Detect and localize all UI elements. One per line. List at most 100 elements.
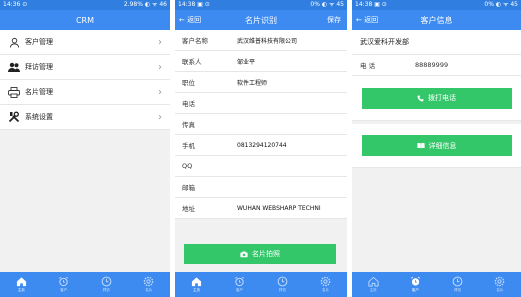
call-button[interactable]: 拨打电话	[361, 87, 512, 109]
chevron-right-icon: ›	[158, 86, 162, 98]
field-label: QQ	[182, 162, 193, 170]
chevron-right-icon: ›	[158, 61, 162, 73]
tab-label: 主页	[17, 288, 25, 292]
detail-button-area: 详细信息	[352, 124, 521, 168]
phone-icon	[417, 94, 424, 101]
field-value[interactable]: 软件工程师	[237, 78, 340, 87]
tab-cards[interactable]: 名片	[304, 276, 347, 293]
tab-label: 客户	[236, 288, 243, 292]
main-menu: 客户管理 › 拜访管理 › 名片管理 › 系统设置 ›	[0, 30, 170, 130]
printer-icon	[8, 86, 20, 98]
tab-cards[interactable]: 名片	[479, 276, 521, 293]
field-label: 电话	[182, 100, 195, 108]
tools-icon	[8, 111, 20, 123]
menu-item-customers[interactable]: 客户管理 ›	[0, 30, 170, 55]
tab-label: 拜访	[279, 288, 286, 292]
field-qq[interactable]: QQ	[175, 156, 347, 177]
card-recognition-screen: 14:38 ▣ ⊙ 0% ◐ ᯤ 45 ← 返回 名片识别 保存 客户名称 武汉…	[175, 0, 347, 297]
back-button[interactable]: ← 返回	[179, 10, 201, 30]
details-button[interactable]: 详细信息	[361, 135, 512, 156]
tab-label: 名片	[322, 288, 329, 292]
status-indicators: 2.98% ◐ ᯤ 46	[123, 1, 167, 8]
tab-customers[interactable]: 客户	[394, 276, 436, 293]
gear-icon	[320, 276, 331, 287]
field-address[interactable]: 地址 WUHAN WEBSHARP TECHNI	[175, 198, 347, 219]
menu-item-visits[interactable]: 拜访管理 ›	[0, 55, 170, 80]
field-label: 客户名称	[182, 37, 208, 45]
tab-home[interactable]: 主页	[0, 276, 43, 293]
nav-bar: ← 返回 名片识别 保存	[175, 10, 347, 30]
back-button[interactable]: ← 返回	[356, 10, 378, 30]
field-value[interactable]: 邹业平	[237, 57, 340, 66]
phone-value: 88889999	[415, 61, 449, 69]
menu-item-label: 名片管理	[25, 88, 53, 96]
nav-bar: ← 返回 客户信息	[352, 10, 521, 30]
alarm-clock-icon	[235, 276, 244, 287]
alarm-clock-icon	[59, 276, 69, 287]
field-fax[interactable]: 传真	[175, 114, 347, 135]
status-time: 14:38 ▣ ⊙	[355, 1, 387, 8]
call-button-area: 拨打电话	[352, 76, 521, 121]
status-indicators: 0% ◐ ᯤ 45	[484, 1, 518, 8]
field-label: 地址	[182, 205, 195, 213]
button-label: 详细信息	[428, 141, 457, 150]
customer-info-screen: 14:38 ▣ ⊙ 0% ◐ ᯤ 45 ← 返回 客户信息 武汉爱科开发部 电 …	[352, 0, 521, 297]
clock-icon	[452, 276, 463, 287]
field-customer-name[interactable]: 客户名称 武汉维普科技有限公司	[175, 30, 347, 51]
take-card-photo-button[interactable]: 名片拍照	[184, 244, 336, 264]
button-label: 名片拍照	[252, 250, 280, 258]
status-time: 14:36 ⊙	[3, 1, 28, 8]
field-contact[interactable]: 联系人 邹业平	[175, 51, 347, 72]
page-title: 名片识别	[245, 15, 277, 25]
tab-customers[interactable]: 客户	[218, 276, 261, 293]
field-label: 手机	[182, 142, 195, 150]
home-icon	[191, 277, 202, 287]
field-value[interactable]: 武汉维普科技有限公司	[237, 36, 340, 45]
bottom-tab-bar: 主页 客户 拜访 名片	[352, 272, 521, 297]
field-email[interactable]: 邮箱	[175, 177, 347, 198]
tab-visits[interactable]: 拜访	[437, 276, 479, 293]
tab-label: 名片	[145, 288, 153, 292]
menu-item-label: 拜访管理	[25, 63, 53, 71]
menu-item-cards[interactable]: 名片管理 ›	[0, 80, 170, 105]
clock-icon	[101, 276, 112, 287]
tab-label: 拜访	[454, 288, 462, 292]
status-time: 14:38 ▣ ⊙	[178, 1, 210, 8]
status-bar: 14:36 ⊙ 2.98% ◐ ᯤ 46	[0, 0, 170, 10]
field-position[interactable]: 职位 软件工程师	[175, 72, 347, 93]
menu-item-settings[interactable]: 系统设置 ›	[0, 105, 170, 130]
user-icon	[8, 36, 20, 48]
button-label: 拨打电话	[428, 94, 456, 102]
tab-cards[interactable]: 名片	[128, 276, 171, 293]
field-value[interactable]: WUHAN WEBSHARP TECHNI	[237, 205, 340, 212]
home-icon	[368, 276, 379, 287]
nav-bar: CRM	[0, 10, 170, 30]
tab-home[interactable]: 主页	[352, 276, 394, 293]
tab-visits[interactable]: 拜访	[261, 276, 304, 293]
chevron-right-icon: ›	[158, 36, 162, 48]
status-bar: 14:38 ▣ ⊙ 0% ◐ ᯤ 45	[175, 0, 347, 10]
tab-home[interactable]: 主页	[175, 276, 218, 293]
status-bar: 14:38 ▣ ⊙ 0% ◐ ᯤ 45	[352, 0, 521, 10]
tab-label: 主页	[193, 288, 200, 292]
field-label: 联系人	[182, 58, 202, 66]
book-icon	[416, 142, 425, 149]
field-label: 邮箱	[182, 184, 195, 192]
users-icon	[8, 61, 20, 73]
tab-label: 客户	[60, 288, 68, 292]
menu-item-label: 系统设置	[25, 113, 53, 121]
field-phone[interactable]: 电话	[175, 93, 347, 114]
bottom-tab-bar: 主页 客户 拜访 名片	[175, 272, 347, 297]
field-value[interactable]: 0813294120744	[237, 142, 340, 149]
field-label: 职位	[182, 79, 195, 87]
tab-label: 主页	[369, 288, 377, 292]
company-name: 武汉爱科开发部	[352, 30, 521, 55]
save-button[interactable]: 保存	[327, 10, 341, 30]
phone-label: 电 话	[360, 62, 376, 70]
tab-customers[interactable]: 客户	[43, 276, 86, 293]
field-mobile[interactable]: 手机 0813294120744	[175, 135, 347, 156]
tab-label: 客户	[411, 288, 419, 292]
menu-item-label: 客户管理	[25, 38, 53, 46]
tab-visits[interactable]: 拜访	[85, 276, 128, 293]
page-title: CRM	[75, 15, 95, 25]
